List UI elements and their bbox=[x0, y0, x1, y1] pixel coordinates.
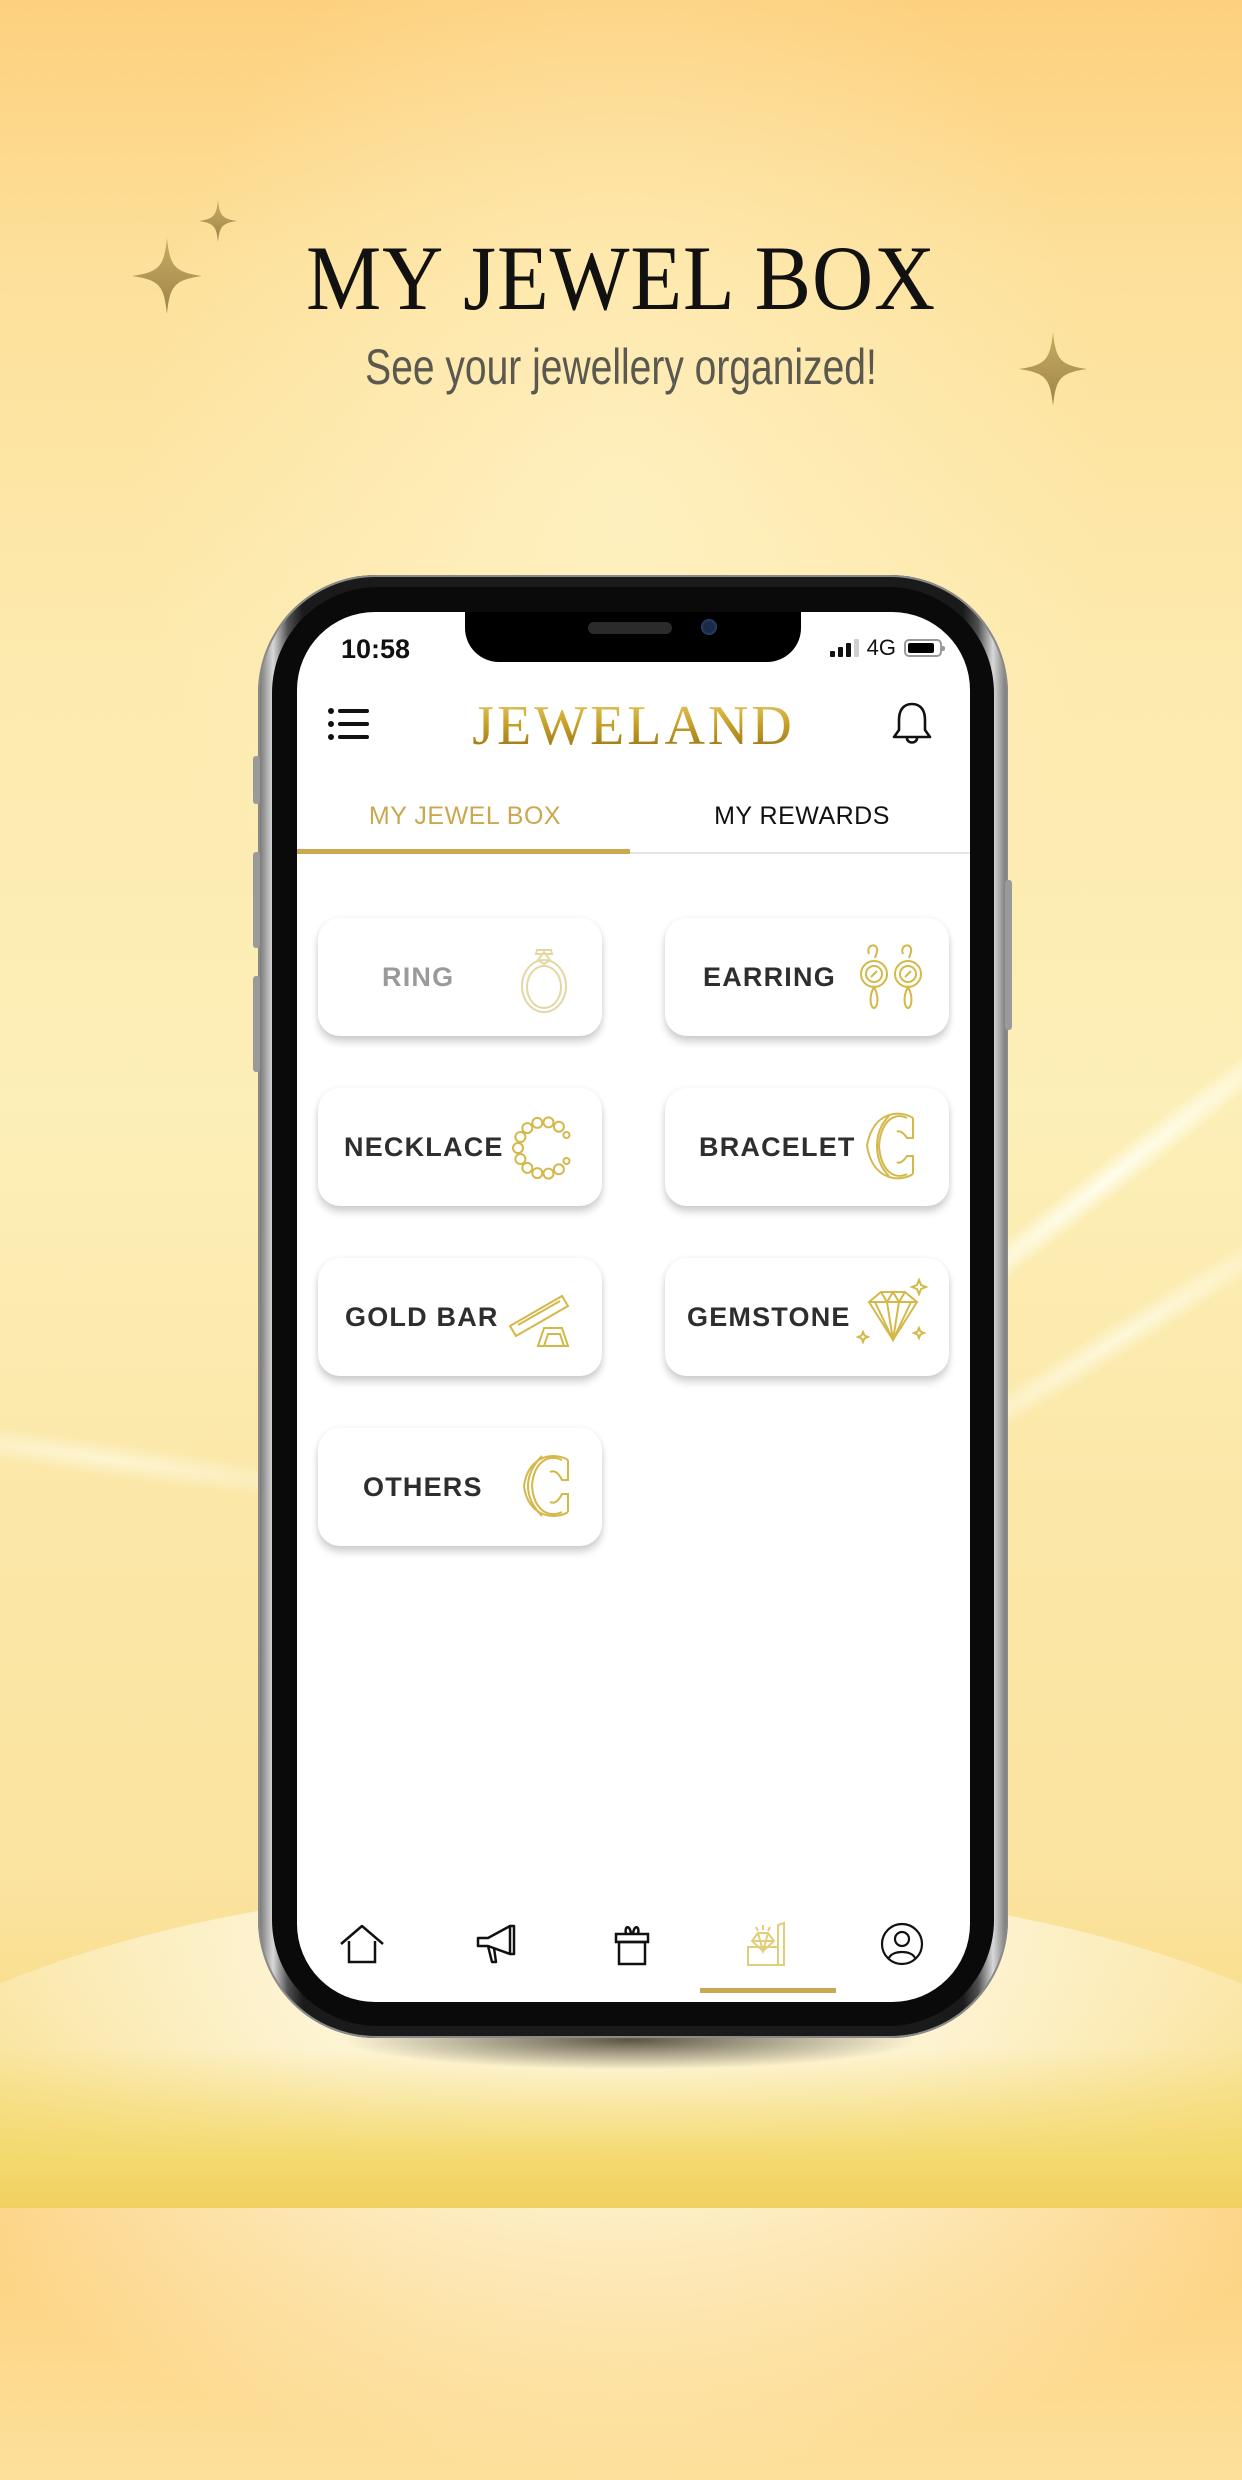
bracelet-icon bbox=[865, 1112, 914, 1180]
notifications-button[interactable] bbox=[890, 700, 934, 748]
battery-icon bbox=[904, 639, 945, 657]
tab-my-jewel-box[interactable]: MY JEWEL BOX bbox=[297, 780, 633, 852]
mute-switch bbox=[253, 756, 260, 804]
ring-icon bbox=[521, 949, 567, 1013]
bell-icon bbox=[892, 702, 932, 744]
user-icon bbox=[880, 1922, 924, 1966]
network-type: 4G bbox=[866, 635, 896, 660]
status-indicators: 4G bbox=[829, 635, 945, 660]
app-logo: JEWELAND bbox=[297, 694, 970, 758]
promo-subline: See your jewellery organized! bbox=[365, 339, 877, 395]
home-icon bbox=[340, 1924, 384, 1964]
nav-promotions[interactable] bbox=[464, 1912, 528, 1976]
category-label: OTHERS bbox=[363, 1471, 483, 1502]
megaphone-icon bbox=[476, 1924, 516, 1964]
earring-icon bbox=[860, 944, 922, 1010]
necklace-bead bbox=[531, 1167, 544, 1180]
front-camera bbox=[701, 619, 717, 635]
nav-jewel-box[interactable] bbox=[734, 1912, 798, 1976]
bottom-band bbox=[0, 2048, 1242, 2208]
bangle-icon bbox=[522, 1455, 569, 1517]
app-header: JEWELAND bbox=[297, 690, 970, 758]
category-card-bracelet[interactable]: BRACELET bbox=[665, 1088, 949, 1206]
active-nav-indicator bbox=[700, 1988, 836, 1993]
category-label: GEMSTONE bbox=[687, 1301, 851, 1332]
necklace-bead bbox=[514, 1153, 527, 1165]
category-label: EARRING bbox=[703, 961, 836, 992]
category-card-gold-bar[interactable]: GOLD BAR bbox=[318, 1258, 602, 1376]
gift-icon bbox=[614, 1926, 650, 1966]
category-card-others[interactable]: OTHERS bbox=[318, 1428, 602, 1546]
nav-rewards[interactable] bbox=[600, 1912, 664, 1976]
category-label: NECKLACE bbox=[344, 1131, 504, 1162]
necklace-bead bbox=[552, 1120, 565, 1133]
necklace-bead bbox=[552, 1163, 565, 1176]
necklace-bead bbox=[521, 1122, 534, 1135]
necklace-bead bbox=[562, 1157, 571, 1165]
category-card-gemstone[interactable]: GEMSTONE bbox=[665, 1258, 949, 1376]
bottom-navigation bbox=[297, 1912, 970, 2002]
volume-up-button bbox=[253, 852, 260, 948]
power-button bbox=[1005, 880, 1012, 1030]
necklace-bead bbox=[542, 1116, 555, 1129]
necklace-bead bbox=[514, 1131, 527, 1143]
necklace-bead bbox=[562, 1131, 571, 1139]
necklace-icon bbox=[512, 1116, 571, 1180]
sparkle-icon bbox=[1018, 332, 1088, 406]
necklace-bead bbox=[512, 1142, 524, 1154]
necklace-bead bbox=[531, 1116, 544, 1129]
jewel-box-icon bbox=[747, 1921, 785, 1966]
category-card-ring[interactable]: RING bbox=[318, 918, 602, 1036]
necklace-bead bbox=[521, 1161, 534, 1174]
gemstone-icon bbox=[855, 1277, 929, 1345]
tab-my-rewards[interactable]: MY REWARDS bbox=[634, 780, 970, 852]
status-time: 10:58 bbox=[341, 634, 411, 664]
nav-profile[interactable] bbox=[870, 1912, 934, 1976]
category-label: RING bbox=[382, 961, 455, 992]
necklace-bead bbox=[542, 1167, 555, 1180]
gold-bar-icon bbox=[508, 1294, 570, 1347]
category-label: BRACELET bbox=[699, 1131, 856, 1162]
tab-bar: MY JEWEL BOX MY REWARDS bbox=[297, 780, 970, 854]
sparkle-icon bbox=[132, 238, 202, 314]
nav-home[interactable] bbox=[330, 1912, 394, 1976]
signal-icon bbox=[829, 639, 859, 657]
active-tab-indicator bbox=[297, 849, 630, 854]
category-label: GOLD BAR bbox=[345, 1301, 499, 1332]
category-card-earring[interactable]: EARRING bbox=[665, 918, 949, 1036]
speaker-grille bbox=[588, 622, 672, 634]
notch bbox=[465, 612, 801, 662]
volume-down-button bbox=[253, 976, 260, 1072]
sparkle-icon bbox=[198, 200, 238, 242]
category-card-necklace[interactable]: NECKLACE bbox=[318, 1088, 602, 1206]
app-screen: 10:58 4G JEWELAND MY JEWEL BOX MY REWARD… bbox=[297, 612, 970, 2002]
